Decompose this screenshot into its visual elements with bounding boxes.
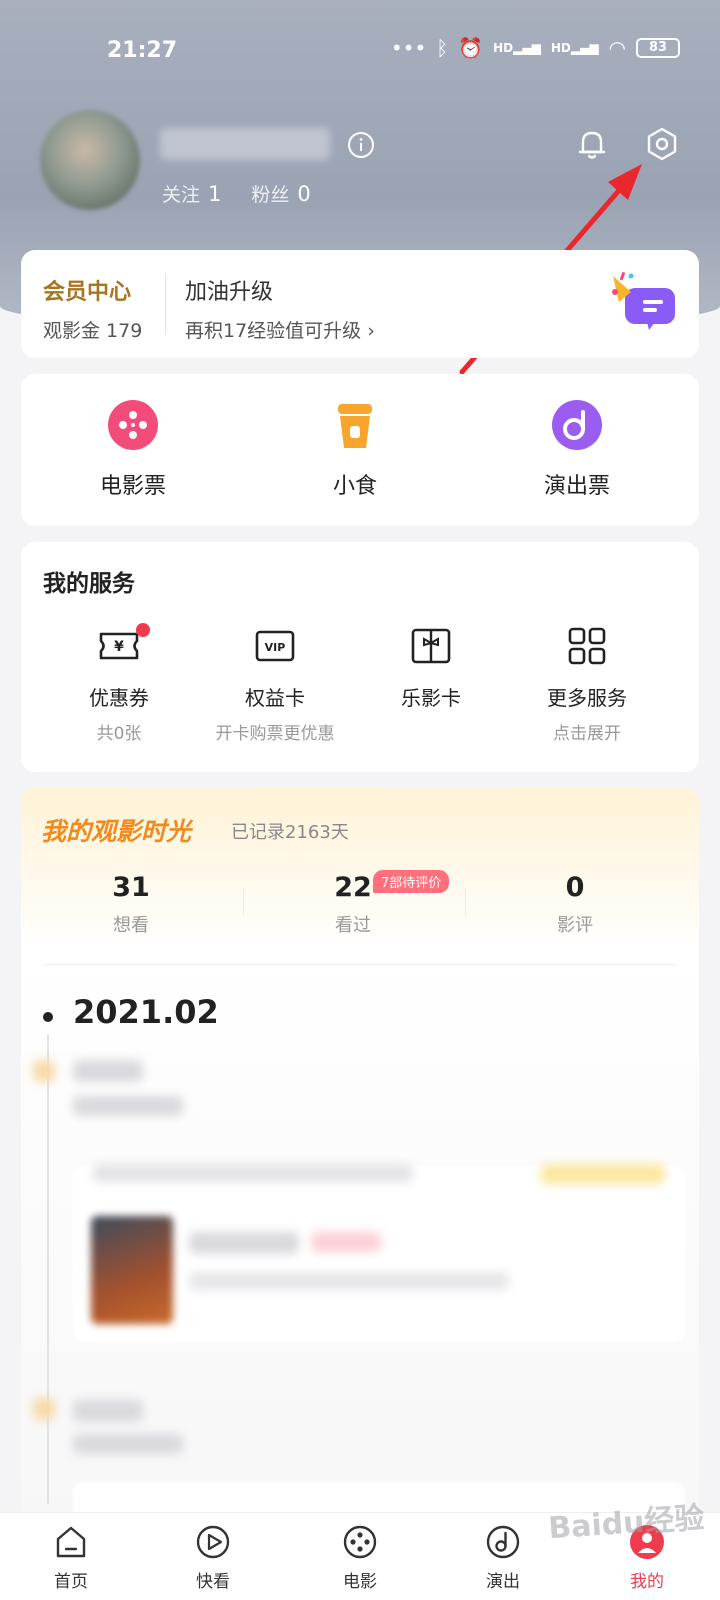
service-gift-card[interactable]: 乐影卡	[351, 624, 511, 711]
film-icon	[343, 1525, 377, 1559]
movie-rating-blurred	[311, 1232, 381, 1252]
home-icon	[56, 1526, 86, 1558]
more-dots-icon: •••	[390, 36, 427, 60]
tab-label: 我的	[630, 1572, 664, 1592]
quick-entry-movie-ticket[interactable]: 电影票	[43, 398, 223, 500]
username-blurred[interactable]	[160, 128, 330, 160]
service-label: 优惠券	[89, 686, 149, 710]
tab-quick-watch[interactable]: 快看	[158, 1523, 268, 1592]
member-coins: 观影金 179	[43, 320, 143, 342]
timeline-entry-title-blurred	[73, 1060, 143, 1082]
service-sub: 点击展开	[553, 724, 621, 744]
movie-time-card: 我的观影时光 已记录2163天 31 想看 22 看过 7部待评价 0 影评 2…	[21, 788, 699, 1518]
quick-entry-label: 演出票	[543, 474, 610, 499]
celebration-message-icon[interactable]	[609, 270, 679, 334]
stat-want-to-watch[interactable]: 31 想看	[21, 872, 241, 937]
service-coupon[interactable]: ¥ 优惠券 共0张	[39, 623, 199, 744]
tab-movies[interactable]: 电影	[305, 1523, 415, 1592]
fans-count: 0	[297, 182, 311, 206]
upgrade-hint: 再积17经验值可升级 ›	[185, 320, 375, 342]
tab-label: 快看	[196, 1572, 230, 1592]
play-icon	[196, 1525, 230, 1559]
stat-number: 31	[112, 872, 150, 903]
status-time: 21:27	[107, 38, 178, 63]
vip-card-icon: VIP	[255, 630, 295, 662]
gift-card-icon	[411, 628, 451, 664]
timeline-entry-subtitle-blurred	[73, 1434, 183, 1454]
movie-card-header-blurred	[93, 1164, 413, 1182]
coupon-icon: ¥	[99, 623, 150, 660]
quick-entry-show-ticket[interactable]: 演出票	[487, 398, 667, 500]
movie-card-tag-blurred	[541, 1164, 665, 1184]
tab-label: 首页	[54, 1572, 88, 1592]
signal-icon-2: HD▂▄▆	[550, 41, 599, 55]
service-label: 乐影卡	[401, 686, 461, 710]
service-label: 权益卡	[245, 686, 305, 710]
signal-icon: HD▂▄▆	[493, 41, 541, 55]
service-vip-card[interactable]: VIP 权益卡 开卡购票更优惠	[195, 624, 355, 744]
status-bar: 21:27 ••• ᛒ ⏰ HD▂▄▆ HD▂▄▆ ◠ 83	[0, 0, 720, 100]
avatar[interactable]	[40, 110, 140, 210]
status-icons: ••• ᛒ ⏰ HD▂▄▆ HD▂▄▆ ◠ 83	[391, 36, 680, 60]
tab-label: 电影	[343, 1572, 377, 1592]
music-note-icon	[486, 1525, 520, 1559]
timeline-entry-title-blurred	[73, 1400, 143, 1422]
timeline-line	[47, 1034, 49, 1504]
upgrade-section[interactable]: 加油升级 再积17经验值可升级 ›	[185, 274, 375, 343]
timeline-entry-marker	[33, 1398, 55, 1420]
stat-reviews[interactable]: 0 影评	[465, 872, 685, 937]
settings-icon[interactable]	[644, 126, 680, 162]
grid-icon	[568, 627, 606, 665]
quick-entry-label: 电影票	[99, 474, 166, 499]
alarm-icon: ⏰	[458, 36, 484, 60]
stat-label: 看过	[335, 915, 371, 936]
stat-label: 影评	[557, 915, 593, 936]
services-title: 我的服务	[43, 571, 135, 597]
timeline-entry-marker	[33, 1060, 55, 1082]
svg-text:VIP: VIP	[265, 641, 286, 654]
timeline-dot	[43, 1012, 53, 1022]
upgrade-title: 加油升级	[185, 280, 274, 305]
follow-stats[interactable]: 关注 1 粉丝 0	[162, 180, 311, 207]
movie-name-blurred	[189, 1232, 299, 1254]
movie-time-title: 我的观影时光	[41, 817, 192, 846]
my-services-card: 我的服务 ¥ 优惠券 共0张 VIP 权益卡 开卡购票更优惠 乐影卡 更多服务 …	[21, 542, 699, 772]
member-center-title: 会员中心	[43, 280, 132, 305]
svg-text:¥: ¥	[114, 639, 124, 655]
timeline-entry-subtitle-blurred	[73, 1096, 183, 1116]
wifi-icon: ◠	[608, 36, 626, 60]
quick-entry-label: 小食	[332, 474, 377, 499]
member-divider	[165, 274, 166, 334]
movie-poster-blurred[interactable]	[91, 1216, 173, 1324]
bell-icon[interactable]	[574, 126, 610, 162]
member-center-card[interactable]: 会员中心 观影金 179 加油升级 再积17经验值可升级 ›	[21, 250, 699, 358]
service-sub: 开卡购票更优惠	[215, 724, 335, 744]
quick-entry-snacks[interactable]: 小食	[265, 398, 445, 500]
drink-cup-icon	[338, 404, 372, 448]
recorded-days: 已记录2163天	[231, 822, 349, 843]
movie-meta-blurred	[189, 1272, 509, 1290]
pending-review-badge: 7部待评价	[373, 870, 450, 893]
battery-indicator: 83	[636, 38, 680, 58]
fans-label: 粉丝	[251, 184, 290, 206]
film-reel-icon	[108, 400, 158, 450]
tab-shows[interactable]: 演出	[448, 1523, 558, 1592]
follow-count: 1	[208, 182, 222, 206]
stat-label: 想看	[113, 915, 149, 936]
bluetooth-icon: ᛒ	[436, 36, 449, 60]
service-more[interactable]: 更多服务 点击展开	[507, 624, 667, 744]
time-divider	[43, 964, 677, 965]
timeline-month: 2021.02	[73, 993, 219, 1031]
follow-label: 关注	[162, 184, 201, 206]
stat-number: 0	[565, 872, 585, 903]
tab-label: 演出	[486, 1572, 520, 1592]
service-sub: 共0张	[96, 724, 142, 744]
tab-home[interactable]: 首页	[16, 1523, 126, 1592]
quick-entries-card: 电影票 小食 演出票	[21, 374, 699, 526]
music-disc-icon	[552, 400, 602, 450]
member-center[interactable]: 会员中心 观影金 179	[43, 274, 142, 343]
info-icon[interactable]	[346, 130, 376, 160]
service-label: 更多服务	[547, 686, 627, 710]
